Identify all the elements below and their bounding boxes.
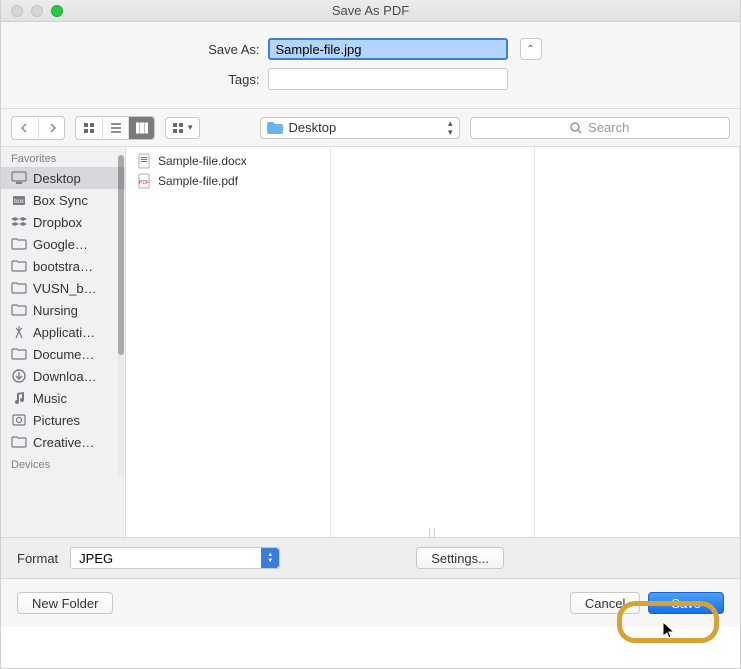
sidebar-item[interactable]: Google… — [1, 233, 125, 255]
folder-icon — [11, 280, 27, 296]
file-column[interactable] — [331, 147, 536, 537]
sidebar-item[interactable]: Creative… — [1, 431, 125, 453]
svg-text:box: box — [14, 199, 24, 205]
nav-back-button[interactable] — [12, 117, 38, 139]
view-columns-button[interactable] — [128, 117, 154, 139]
nav-forward-button[interactable] — [38, 117, 64, 139]
dropbox-icon — [11, 214, 27, 230]
save-dialog: Save As PDF Save As: ⌃ Tags: ▾ — [0, 0, 741, 669]
format-bar: Format JPEG Settings... — [1, 537, 740, 579]
search-field[interactable]: Search — [470, 117, 730, 139]
desktop-icon — [11, 170, 27, 186]
grid-icon — [172, 122, 184, 134]
chevron-updown-icon: ▴▾ — [448, 119, 453, 137]
sidebar-item-label: bootstra… — [33, 259, 93, 274]
sidebar-item[interactable]: Downloa… — [1, 365, 125, 387]
sidebar-item-label: Google… — [33, 237, 88, 252]
app-icon — [11, 324, 27, 340]
sidebar-item-label: Nursing — [33, 303, 78, 318]
sidebar-scrollbar-thumb[interactable] — [118, 155, 124, 355]
file-column[interactable]: Sample-file.docx PDF Sample-file.pdf — [126, 147, 331, 537]
sidebar-item[interactable]: Applicati… — [1, 321, 125, 343]
location-label: Desktop — [289, 120, 337, 135]
collapse-toggle-button[interactable]: ⌃ — [520, 38, 542, 60]
sidebar-item-label: Creative… — [33, 435, 94, 450]
file-pdf-icon: PDF — [136, 173, 152, 189]
save-as-input[interactable] — [268, 38, 508, 60]
tags-label: Tags: — [200, 72, 260, 87]
save-form: Save As: ⌃ Tags: — [1, 22, 740, 109]
music-icon — [11, 390, 27, 406]
file-item[interactable]: Sample-file.docx — [126, 151, 330, 171]
view-icon-button[interactable] — [76, 117, 102, 139]
resize-grip[interactable]: || — [429, 527, 438, 537]
sidebar-item[interactable]: VUSN_b… — [1, 277, 125, 299]
pictures-icon — [11, 412, 27, 428]
download-icon — [11, 368, 27, 384]
new-folder-button[interactable]: New Folder — [17, 592, 113, 614]
group-by-popover[interactable]: ▾ — [165, 117, 200, 139]
nav-back-forward — [11, 116, 65, 140]
folder-icon — [11, 236, 27, 252]
folder-icon — [11, 434, 27, 450]
folder-icon — [267, 122, 283, 134]
format-popover[interactable]: JPEG — [70, 547, 280, 569]
search-placeholder: Search — [588, 120, 629, 135]
tags-input[interactable] — [268, 68, 508, 90]
sidebar-item-label: Pictures — [33, 413, 80, 428]
sidebar-item-label: VUSN_b… — [33, 281, 97, 296]
location-popover[interactable]: Desktop ▴▾ — [260, 117, 460, 139]
view-mode-segment — [75, 116, 155, 140]
sidebar-item[interactable]: Dropbox — [1, 211, 125, 233]
chevron-down-icon: ▾ — [188, 123, 193, 132]
file-item-label: Sample-file.pdf — [158, 174, 238, 188]
search-icon — [570, 122, 582, 134]
sidebar-item[interactable]: Nursing — [1, 299, 125, 321]
sidebar-favorites-header: Favorites — [1, 147, 125, 167]
settings-button[interactable]: Settings... — [416, 547, 504, 569]
file-item[interactable]: PDF Sample-file.pdf — [126, 171, 330, 191]
folder-icon — [11, 302, 27, 318]
titlebar: Save As PDF — [1, 0, 740, 22]
sidebar-item-label: Applicati… — [33, 325, 95, 340]
sidebar-item-label: Desktop — [33, 171, 81, 186]
sidebar-devices-header: Devices — [1, 453, 125, 473]
chevron-updown-icon — [261, 548, 279, 568]
sidebar-item[interactable]: bootstra… — [1, 255, 125, 277]
browser-toolbar: ▾ Desktop ▴▾ Search — [1, 109, 740, 147]
column-view: Sample-file.docx PDF Sample-file.pdf || — [126, 147, 740, 537]
file-docx-icon — [136, 153, 152, 169]
save-button[interactable]: Save — [648, 592, 724, 614]
window-title: Save As PDF — [1, 3, 740, 18]
file-column[interactable] — [535, 147, 740, 537]
folder-icon — [11, 258, 27, 274]
file-browser: Favorites Desktop box Box Sync Dropbox Googl… — [1, 147, 740, 537]
cancel-button[interactable]: Cancel — [570, 592, 640, 614]
sidebar-item-label: Box Sync — [33, 193, 88, 208]
sidebar-item-label: Docume… — [33, 347, 94, 362]
sidebar-item[interactable]: Desktop — [1, 167, 125, 189]
file-item-label: Sample-file.docx — [158, 154, 247, 168]
format-label: Format — [17, 551, 58, 566]
sidebar-item[interactable]: Docume… — [1, 343, 125, 365]
sidebar-item-label: Downloa… — [33, 369, 97, 384]
sidebar-item[interactable]: box Box Sync — [1, 189, 125, 211]
svg-text:PDF: PDF — [139, 180, 149, 186]
sidebar: Favorites Desktop box Box Sync Dropbox Googl… — [1, 147, 126, 537]
save-as-label: Save As: — [200, 42, 260, 57]
action-bar: New Folder Cancel Save — [1, 579, 740, 627]
folder-icon — [11, 346, 27, 362]
box-icon: box — [11, 192, 27, 208]
sidebar-item-label: Dropbox — [33, 215, 82, 230]
sidebar-item[interactable]: Music — [1, 387, 125, 409]
sidebar-item-label: Music — [33, 391, 67, 406]
chevron-up-icon: ⌃ — [526, 44, 534, 55]
sidebar-item[interactable]: Pictures — [1, 409, 125, 431]
format-value: JPEG — [71, 551, 113, 566]
view-list-button[interactable] — [102, 117, 128, 139]
